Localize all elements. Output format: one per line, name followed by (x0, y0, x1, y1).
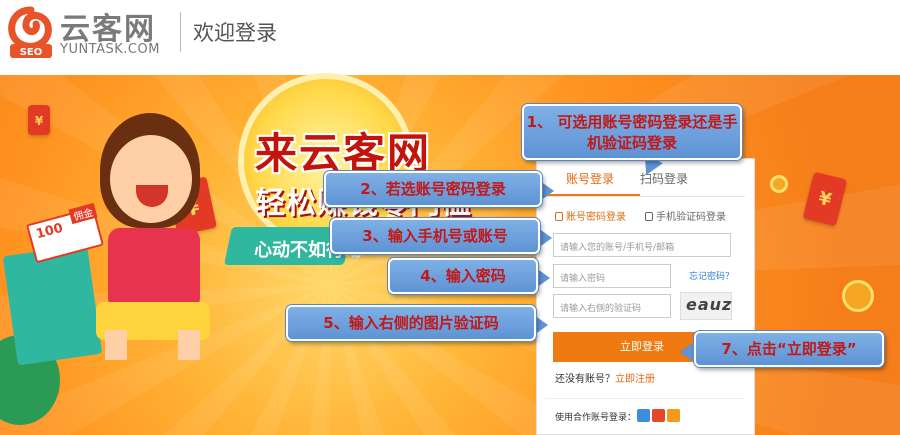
weibo-icon[interactable] (652, 409, 665, 422)
callout-pointer (680, 342, 694, 362)
girl-leg (105, 330, 127, 360)
tab-account-login[interactable]: 账号登录 (566, 170, 614, 187)
register-link[interactable]: 立即注册 (615, 374, 655, 385)
qq-icon[interactable] (637, 409, 650, 422)
user-icon (555, 212, 563, 221)
coop-login-label: 使用合作账号登录： (555, 413, 637, 423)
page-title: 欢迎登录 (193, 21, 277, 45)
book-illustration (2, 244, 103, 366)
coin-decoration (842, 280, 874, 312)
girl-leg (178, 330, 200, 360)
account-input[interactable]: 请输入您的账号/手机号/邮箱 (553, 233, 731, 257)
renren-icon[interactable] (667, 409, 680, 422)
phone-icon (645, 212, 653, 221)
girl-body (108, 228, 200, 310)
callout-step-4: 4、输入密码 (388, 258, 538, 294)
no-account-label: 还没有账号？ (555, 374, 615, 385)
mode-password-login[interactable]: 账号密码登录 (555, 208, 626, 223)
callout-step-7: 7、点击“立即登录” (694, 331, 884, 367)
no-account-text: 还没有账号？立即注册 (555, 370, 655, 385)
callout-step-3: 3、输入手机号或账号 (330, 218, 540, 254)
logo-icon: SEO (8, 6, 52, 58)
mode-sms-label: 手机验证码登录 (656, 212, 726, 223)
callout-step-2: 2、若选账号密码登录 (324, 171, 542, 207)
active-tab-indicator (545, 194, 640, 196)
logo-divider (180, 12, 181, 52)
captcha-input[interactable]: 请输入右侧的验证码 (553, 294, 671, 318)
logo-text-en: YUNTASK.COM (60, 42, 160, 57)
forgot-password-link[interactable]: 忘记密码？ (689, 269, 734, 282)
callout-step-5: 5、输入右侧的图片验证码 (286, 305, 536, 341)
captcha-image[interactable]: eauz (680, 292, 732, 320)
red-envelope-icon (28, 105, 50, 135)
callout-pointer (534, 315, 548, 335)
site-header: SEO 云客网 YUNTASK.COM 欢迎登录 (0, 0, 900, 68)
girl-face (110, 135, 192, 223)
mode-sms-login[interactable]: 手机验证码登录 (645, 208, 726, 223)
callout-pointer (538, 228, 552, 248)
tab-divider (545, 196, 745, 197)
coin-decoration (770, 175, 788, 193)
callout-step-1: 1、 可选用账号密码登录还是手机验证码登录 (522, 104, 742, 160)
mode-password-label: 账号密码登录 (566, 212, 626, 223)
logo-badge-text: SEO (20, 47, 43, 58)
callout-pointer (536, 268, 550, 288)
callout-pointer (540, 181, 554, 201)
coop-divider (545, 398, 745, 399)
password-input[interactable]: 请输入密码 (553, 264, 671, 288)
